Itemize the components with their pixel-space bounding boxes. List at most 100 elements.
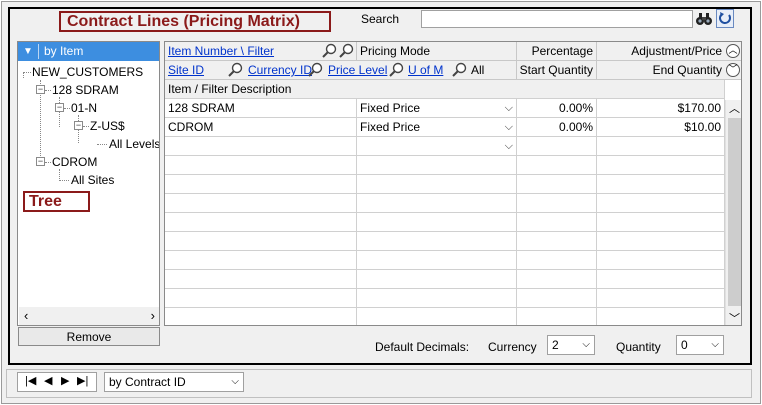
- chevron-up-icon[interactable]: ︿: [729, 100, 740, 116]
- tree-horizontal-scrollbar[interactable]: ‹ ›: [19, 307, 159, 325]
- empty-cell[interactable]: [165, 289, 357, 308]
- empty-cell[interactable]: [517, 232, 597, 251]
- pricing-mode-select[interactable]: Fixed Price ⌵: [357, 118, 517, 137]
- chevron-down-icon[interactable]: ⌵: [505, 118, 513, 136]
- table-cell-item[interactable]: 128 SDRAM: [165, 99, 357, 118]
- tree-node-z-us[interactable]: Z-US$: [90, 119, 125, 134]
- empty-cell[interactable]: [597, 175, 725, 194]
- magnifier-icon[interactable]: [322, 43, 338, 60]
- empty-cell[interactable]: [597, 156, 725, 175]
- site-id-link[interactable]: Site ID: [168, 63, 204, 77]
- tree-node-all-sites[interactable]: All Sites: [71, 173, 114, 188]
- chevron-down-icon[interactable]: ⌵: [231, 373, 239, 391]
- collapse-icon[interactable]: −: [55, 103, 64, 112]
- empty-cell[interactable]: [597, 270, 725, 289]
- table-cell-price[interactable]: $170.00: [597, 99, 725, 118]
- table-cell-percentage[interactable]: 0.00%: [517, 118, 597, 137]
- empty-cell[interactable]: [517, 194, 597, 213]
- currency-decimals-select[interactable]: 2 ⌵: [547, 335, 595, 355]
- empty-cell[interactable]: [517, 289, 597, 308]
- binoculars-icon[interactable]: [695, 10, 713, 28]
- tree-node-new-customers[interactable]: NEW_CUSTOMERS: [32, 65, 143, 80]
- empty-cell[interactable]: [165, 308, 357, 325]
- empty-cell[interactable]: [357, 308, 517, 325]
- quantity-decimals-select[interactable]: 0 ⌵: [676, 335, 724, 355]
- first-icon[interactable]: |◀: [25, 374, 36, 387]
- empty-cell[interactable]: [357, 175, 517, 194]
- empty-cell[interactable]: [165, 175, 357, 194]
- empty-cell[interactable]: [357, 232, 517, 251]
- table-cell-percentage[interactable]: 0.00%: [517, 99, 597, 118]
- empty-cell[interactable]: [165, 270, 357, 289]
- sort-by-select[interactable]: by Contract ID ⌵: [104, 372, 244, 392]
- empty-cell[interactable]: [517, 308, 597, 325]
- magnifier-icon[interactable]: [389, 62, 405, 79]
- magnifier-icon[interactable]: [452, 62, 468, 79]
- empty-cell[interactable]: [357, 251, 517, 270]
- empty-cell[interactable]: [597, 194, 725, 213]
- chevron-down-icon[interactable]: ⌵: [582, 336, 590, 354]
- table-cell-item[interactable]: CDROM: [165, 118, 357, 137]
- tree-header[interactable]: ▼ by Item: [18, 42, 159, 61]
- tree-node-cdrom[interactable]: CDROM: [52, 155, 97, 170]
- column-header-item-number[interactable]: Item Number \ Filter: [165, 42, 357, 61]
- item-number-filter-link[interactable]: Item Number \ Filter: [168, 44, 274, 58]
- empty-cell[interactable]: [517, 213, 597, 232]
- empty-cell[interactable]: [517, 175, 597, 194]
- u-of-m-link[interactable]: U of M: [408, 61, 443, 79]
- remove-button[interactable]: Remove: [18, 327, 160, 346]
- tree-node-all-levels[interactable]: All Levels: [109, 137, 159, 152]
- empty-cell[interactable]: [165, 194, 357, 213]
- empty-cell[interactable]: [357, 270, 517, 289]
- last-icon[interactable]: ▶|: [77, 374, 88, 387]
- search-input[interactable]: [421, 10, 693, 28]
- empty-cell[interactable]: [597, 308, 725, 325]
- table-cell-price[interactable]: $10.00: [597, 118, 725, 137]
- pricing-mode-select[interactable]: Fixed Price ⌵: [357, 99, 517, 118]
- empty-cell[interactable]: [597, 232, 725, 251]
- chevron-down-icon[interactable]: ⌵: [505, 99, 513, 117]
- chevron-up-icon[interactable]: ︿: [726, 44, 740, 58]
- empty-cell[interactable]: [165, 156, 357, 175]
- chevron-right-icon[interactable]: ›: [151, 308, 155, 323]
- empty-cell[interactable]: [517, 156, 597, 175]
- tree-node-01-n[interactable]: 01-N: [71, 101, 97, 116]
- next-icon[interactable]: ▶: [61, 374, 69, 387]
- empty-cell[interactable]: [357, 213, 517, 232]
- collapse-icon[interactable]: −: [36, 157, 45, 166]
- grid-vertical-scrollbar[interactable]: ︿ ﹀: [725, 100, 741, 325]
- chevron-down-icon[interactable]: ﹀: [729, 310, 740, 325]
- chevron-down-icon[interactable]: ⌵: [505, 137, 513, 155]
- collapse-icon[interactable]: −: [74, 121, 83, 130]
- empty-cell[interactable]: [517, 270, 597, 289]
- table-cell-price[interactable]: [597, 137, 725, 156]
- chevron-left-icon[interactable]: ‹: [24, 308, 28, 323]
- table-cell-item[interactable]: [165, 137, 357, 156]
- scrollbar-thumb[interactable]: [728, 118, 741, 306]
- magnifier-icon[interactable]: [228, 62, 244, 79]
- chevron-down-icon[interactable]: ⌵: [711, 336, 719, 354]
- chevron-down-icon[interactable]: ▼: [23, 42, 33, 61]
- empty-cell[interactable]: [597, 251, 725, 270]
- magnifier-icon[interactable]: [308, 62, 324, 79]
- empty-cell[interactable]: [597, 289, 725, 308]
- empty-cell[interactable]: [357, 156, 517, 175]
- tree-panel: ▼ by Item NEW_CUSTOMERS − 128 SDRAM − 01…: [17, 41, 160, 326]
- empty-cell[interactable]: [517, 251, 597, 270]
- table-cell-percentage[interactable]: [517, 137, 597, 156]
- empty-cell[interactable]: [165, 232, 357, 251]
- magnifier-icon[interactable]: [339, 43, 355, 60]
- empty-cell[interactable]: [165, 251, 357, 270]
- previous-icon[interactable]: ◀: [44, 374, 52, 387]
- pricing-mode-select[interactable]: ⌵: [357, 137, 517, 156]
- price-level-link[interactable]: Price Level: [328, 61, 387, 79]
- empty-cell[interactable]: [597, 213, 725, 232]
- collapse-icon[interactable]: −: [36, 85, 45, 94]
- currency-id-link[interactable]: Currency ID: [248, 61, 312, 79]
- tree-node-128-sdram[interactable]: 128 SDRAM: [52, 83, 119, 98]
- refresh-icon[interactable]: [716, 9, 734, 28]
- empty-cell[interactable]: [165, 213, 357, 232]
- empty-cell[interactable]: [357, 194, 517, 213]
- empty-cell[interactable]: [357, 289, 517, 308]
- chevron-down-icon[interactable]: ﹀: [726, 63, 740, 77]
